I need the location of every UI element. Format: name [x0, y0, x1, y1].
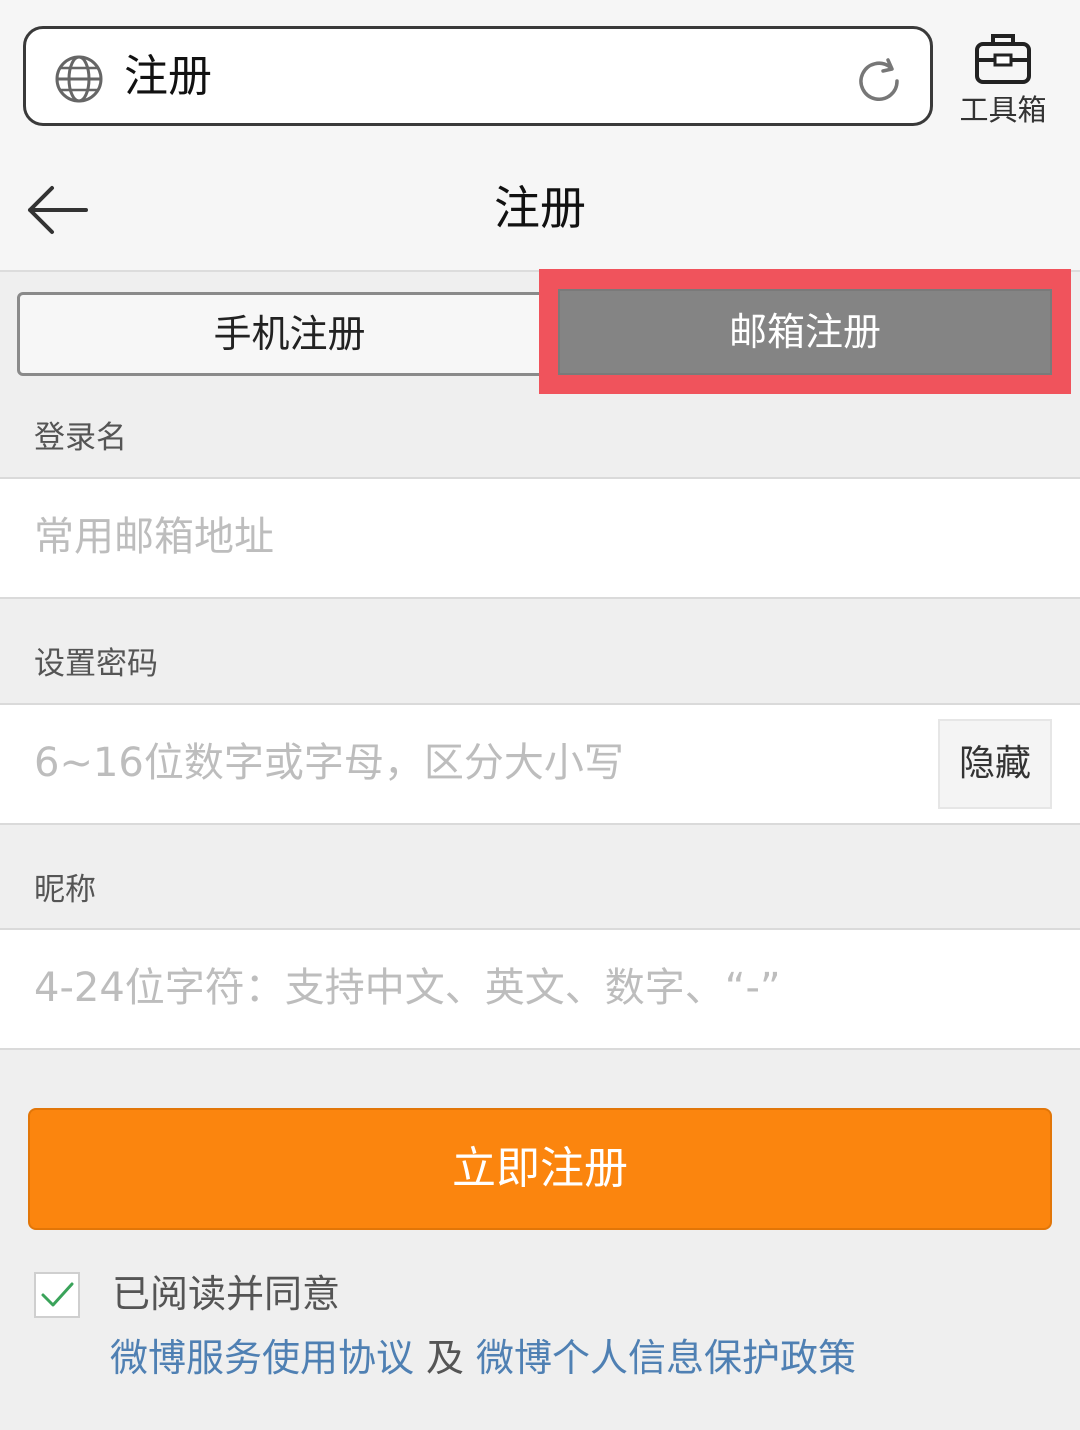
- nickname-placeholder: 4-24位字符：支持中文、英文、数字、“-”: [34, 965, 781, 1011]
- toolbox-label: 工具箱: [959, 93, 1047, 127]
- address-bar[interactable]: 注册: [23, 26, 933, 126]
- tab-email-register[interactable]: 邮箱注册: [558, 289, 1052, 375]
- email-field[interactable]: 常用邮箱地址: [0, 477, 1080, 599]
- password-placeholder: 6~16位数字或字母，区分大小写: [34, 740, 624, 786]
- nickname-field[interactable]: 4-24位字符：支持中文、英文、数字、“-”: [0, 928, 1080, 1050]
- refresh-icon[interactable]: [852, 54, 906, 108]
- checkmark-icon: [41, 1282, 74, 1307]
- privacy-policy-link[interactable]: 微博个人信息保护政策: [476, 1336, 856, 1380]
- agree-text: 已阅读并同意: [112, 1272, 341, 1316]
- address-text: 注册: [124, 51, 212, 102]
- toolbox-button[interactable]: 工具箱: [955, 28, 1051, 138]
- and-text: 及: [426, 1336, 465, 1380]
- globe-icon: [55, 55, 103, 103]
- agree-checkbox[interactable]: [34, 1272, 80, 1318]
- nav-bar: 注册: [0, 150, 1080, 272]
- tab-phone-register[interactable]: 手机注册: [17, 292, 562, 376]
- email-placeholder: 常用邮箱地址: [34, 514, 274, 560]
- nickname-label: 昵称: [34, 872, 96, 908]
- register-button[interactable]: 立即注册: [28, 1108, 1052, 1230]
- password-field[interactable]: 6~16位数字或字母，区分大小写 隐藏: [0, 703, 1080, 825]
- password-label: 设置密码: [34, 646, 158, 682]
- browser-bar: 注册 工具箱: [0, 0, 1080, 151]
- login-label: 登录名: [34, 420, 127, 456]
- agreement-links: 微博服务使用协议及微博个人信息保护政策: [110, 1330, 856, 1386]
- toolbox-icon: [975, 34, 1031, 84]
- service-agreement-link[interactable]: 微博服务使用协议: [110, 1336, 414, 1380]
- password-visibility-toggle[interactable]: 隐藏: [938, 719, 1052, 809]
- page-title: 注册: [494, 181, 586, 235]
